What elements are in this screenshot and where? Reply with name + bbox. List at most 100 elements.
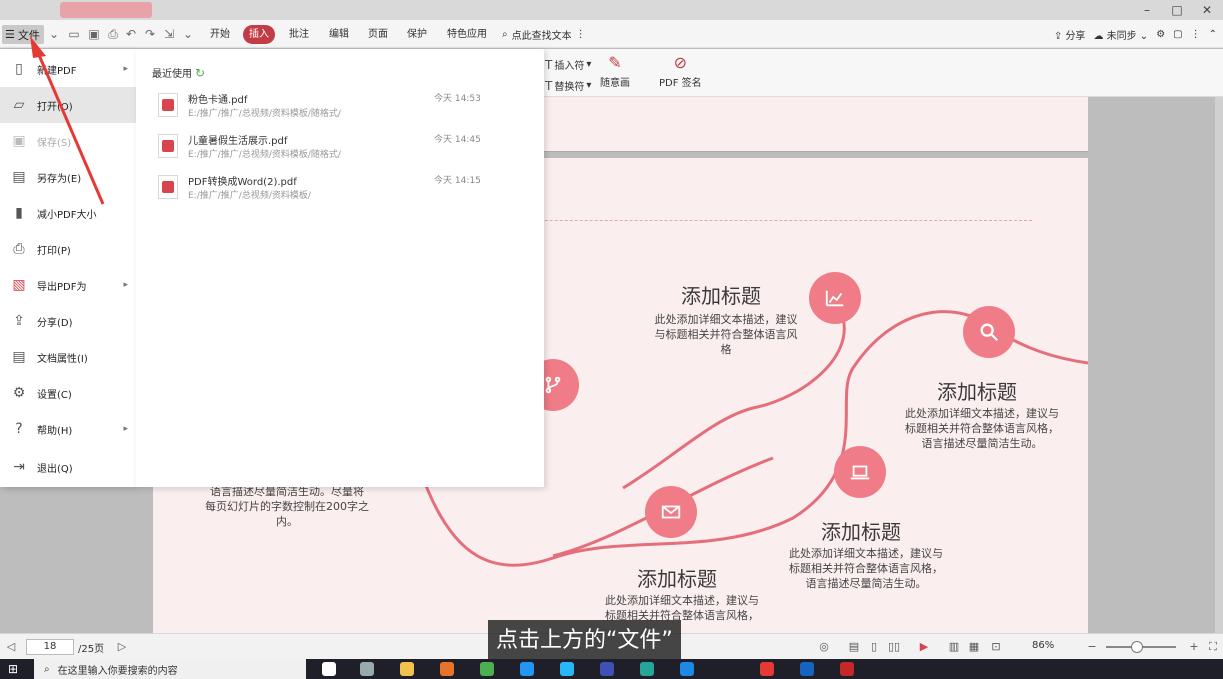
menu-item-label: 设置(C) [37,389,72,401]
task-view-icon[interactable] [360,662,374,676]
printer-icon: ⎙ [13,241,25,257]
double-page-icon[interactable]: ▯▯ [886,639,902,655]
laptop-icon [834,446,886,498]
taskbar-search[interactable]: ⌕ 在这里输入你要搜索的内容 [34,659,306,679]
refresh-icon[interactable]: ↻ [195,66,205,80]
file-menu-label: 文件 [17,28,40,42]
block-title-2: 添加标题 [937,380,1017,404]
play-icon[interactable]: ▶ [916,639,932,655]
more-icon[interactable]: ⋮ [1191,29,1201,40]
firefox-icon[interactable] [440,662,454,676]
continuous-page-icon[interactable]: ▯ [866,639,882,655]
menu-item-exit[interactable]: ⇥ 退出(Q) [0,449,136,485]
insert-symbol-button[interactable]: T 插入符 ▾ [545,57,591,73]
tab-start[interactable]: 开始 [204,25,236,44]
collapse-icon[interactable]: ⌃ [1209,29,1217,40]
export-icon[interactable]: ⇲ [161,26,177,42]
prev-page-icon[interactable]: ◁ [3,639,19,655]
recent-file-row[interactable]: 儿童暑假生活展示.pdf E:/推广/推广/总视频/资料模板/随格式/ 今天 1… [158,130,518,170]
menu-item-open[interactable]: ▱ 打开(O) [0,87,136,123]
tab-features[interactable]: 特色应用 [441,25,493,44]
pdf-sign-button[interactable]: ⊘ PDF 签名 [659,53,702,89]
eye-icon[interactable]: ◎ [816,639,832,655]
recent-file-name: PDF转换成Word(2).pdf [188,177,297,188]
open-folder-icon[interactable]: ▭ [66,26,82,42]
share-button[interactable]: ⇪ 分享 [1054,27,1086,42]
print-icon[interactable]: ⎙ [105,26,121,42]
recent-file-path: E:/推广/推广/总视频/资料模板/ [188,191,311,201]
menu-item-settings[interactable]: ⚙ 设置(C) [0,375,136,411]
menu-item-share[interactable]: ⇪ 分享(D) [0,303,136,339]
menu-item-label: 减小PDF大小 [37,209,97,221]
signature-icon: ⊘ [673,53,688,72]
recent-file-row[interactable]: PDF转换成Word(2).pdf E:/推广/推广/总视频/资料模板/ 今天 … [158,171,518,211]
app-icon[interactable] [600,662,614,676]
settings-icon[interactable]: ⚙ [1156,29,1165,40]
next-page-icon[interactable]: ▷ [114,639,130,655]
chevron-down-icon[interactable]: ⌄ [46,26,62,42]
save-as-icon: ▤ [12,169,26,185]
redo-icon[interactable]: ↷ [142,26,158,42]
zoom-out-icon[interactable]: − [1084,639,1100,655]
menu-item-properties[interactable]: ▤ 文档属性(I) [0,339,136,375]
rotate-icon[interactable]: ⊡ [988,639,1004,655]
replace-symbol-button[interactable]: T 替换符 ▾ [545,78,591,94]
menu-item-help[interactable]: ? 帮助(H) ▸ [0,411,136,447]
block-title-4: 添加标题 [637,567,717,591]
page-number-input[interactable]: 18 [26,639,74,655]
close-icon[interactable]: ✕ [1200,3,1214,17]
undo-icon[interactable]: ↶ [123,26,139,42]
tab-insert[interactable]: 插入 [243,25,275,44]
minimize-icon[interactable]: – [1140,3,1154,17]
ie-icon[interactable] [640,662,654,676]
sync-button[interactable]: ☁ 未同步 ⌄ [1093,27,1148,42]
app-icon[interactable] [560,662,574,676]
chrome-icon[interactable] [480,662,494,676]
edge-icon[interactable] [680,662,694,676]
vertical-scrollbar[interactable] [1215,97,1223,633]
wps-icon[interactable] [760,662,774,676]
comment-icon[interactable]: ▢ [1173,29,1182,40]
recent-files-panel: 最近使用 ↻ 粉色卡通.pdf E:/推广/推广/总视频/资料模板/随格式/ 今… [136,49,544,487]
recent-file-row[interactable]: 粉色卡通.pdf E:/推广/推广/总视频/资料模板/随格式/ 今天 14:53 [158,89,518,129]
menu-item-reduce-pdf[interactable]: ▮ 减小PDF大小 [0,195,136,231]
tab-comment[interactable]: 批注 [283,25,315,44]
fullscreen-icon[interactable]: ⛶ [1205,639,1221,655]
menu-item-save-as[interactable]: ▤ 另存为(E) [0,159,136,195]
menu-item-export-pdf[interactable]: ▧ 导出PDF为 ▸ [0,267,136,303]
zoom-slider-handle[interactable] [1131,641,1143,653]
recent-heading: 最近使用 ↻ [152,65,205,81]
recent-file-name: 儿童暑假生活展示.pdf [188,136,288,147]
find-text-button[interactable]: ⌕ 点此查找文本 ⋮ [502,25,586,44]
pdf-app-icon[interactable] [840,662,854,676]
menu-item-new-pdf[interactable]: ▯ 新建PDF ▸ [0,51,136,87]
taskbar-search-placeholder: 在这里输入你要搜索的内容 [57,665,178,677]
menu-item-print[interactable]: ⎙ 打印(P) [0,231,136,267]
more-icon[interactable]: ⌄ [180,26,196,42]
menu-item-label: 打印(P) [37,245,71,257]
fit-width-icon[interactable]: ▥ [946,639,962,655]
fit-page-icon[interactable]: ▦ [966,639,982,655]
app-icon[interactable] [520,662,534,676]
word-icon[interactable] [800,662,814,676]
block-text-1: 此处添加详细文本描述，建议与标题相关并符合整体语言风格 [654,313,798,356]
block-text-3: 此处添加详细文本描述，建议与标题相关并符合整体语言风格，语言描述尽量简洁生动。 [789,547,943,590]
tab-page[interactable]: 页面 [362,25,394,44]
single-page-icon[interactable]: ▤ [846,639,862,655]
tab-edit[interactable]: 编辑 [323,25,355,44]
menu-item-save[interactable]: ▣ 保存(S) [0,123,136,159]
recent-file-time: 今天 14:15 [434,176,481,186]
save-icon[interactable]: ▣ [86,26,102,42]
zoom-in-icon[interactable]: + [1186,639,1202,655]
maximize-icon[interactable]: □ [1170,3,1184,17]
document-tab[interactable] [60,2,152,18]
freehand-button[interactable]: ✎ 随意画 [600,53,630,89]
file-menu-button[interactable]: ☰ 文件 [2,25,44,44]
windows-start-icon[interactable]: ⊞ [8,662,22,676]
block-text-4: 此处添加详细文本描述，建议与标题相关并符合整体语言风格， [605,594,759,622]
zoom-level[interactable]: 86% [1032,640,1054,651]
explorer-icon[interactable] [400,662,414,676]
cortana-icon[interactable] [322,662,336,676]
recent-file-name: 粉色卡通.pdf [188,95,248,106]
tab-protect[interactable]: 保护 [401,25,433,44]
